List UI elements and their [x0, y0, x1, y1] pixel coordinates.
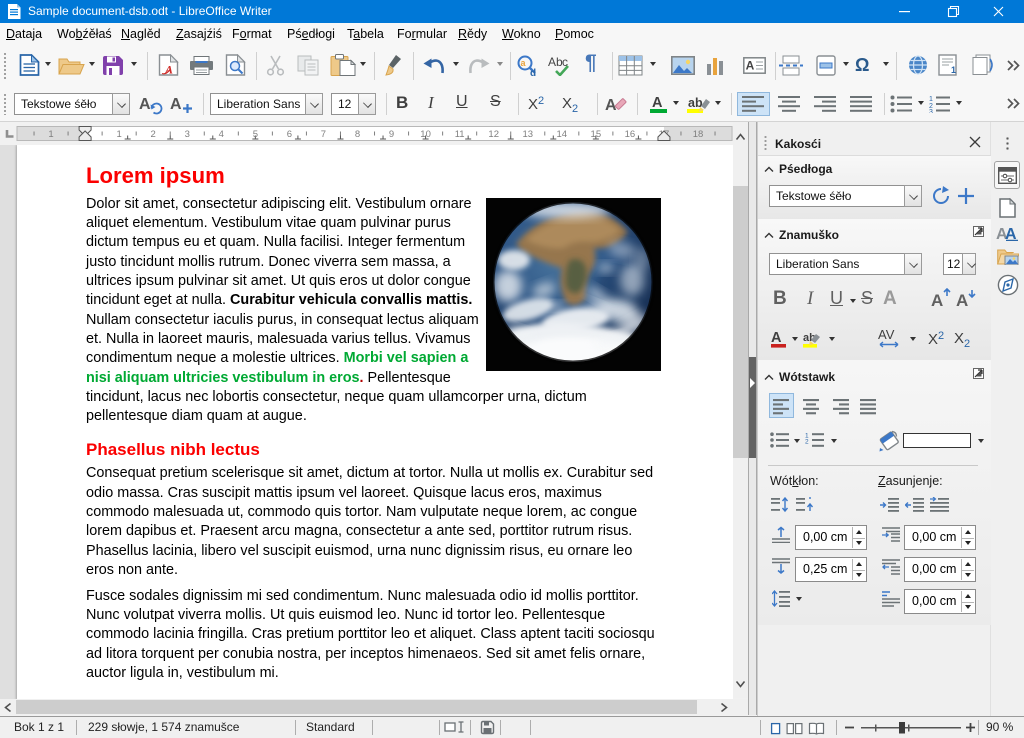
svg-text:A: A — [746, 59, 755, 73]
svg-text:15: 15 — [591, 129, 602, 140]
svg-text:AV: AV — [878, 328, 895, 342]
svg-text:a: a — [520, 58, 526, 68]
svg-text:A: A — [1005, 226, 1017, 241]
svg-text:8: 8 — [355, 129, 360, 140]
svg-text:12: 12 — [488, 129, 499, 140]
svg-text:16: 16 — [625, 129, 636, 140]
svg-text:A: A — [956, 291, 968, 310]
svg-text:13: 13 — [522, 129, 533, 140]
svg-text:2: 2 — [805, 439, 809, 446]
svg-text:1: 1 — [48, 129, 53, 140]
svg-text:d: d — [530, 68, 536, 77]
svg-text:3: 3 — [929, 109, 933, 113]
svg-text:A: A — [771, 330, 782, 346]
svg-text:5: 5 — [253, 129, 258, 140]
svg-text:1: 1 — [929, 96, 933, 103]
svg-text:2: 2 — [151, 129, 156, 140]
svg-text:4: 4 — [219, 129, 224, 140]
svg-text:10: 10 — [420, 129, 431, 140]
svg-text:7: 7 — [321, 129, 326, 140]
svg-text:A: A — [931, 291, 943, 310]
svg-text:6: 6 — [287, 129, 292, 140]
svg-text:9: 9 — [389, 129, 394, 140]
svg-text:3: 3 — [185, 129, 190, 140]
svg-text:A: A — [139, 96, 151, 113]
svg-text:14: 14 — [557, 129, 568, 140]
svg-text:18: 18 — [693, 129, 704, 140]
svg-text:Ab: Ab — [548, 55, 563, 69]
svg-text:1: 1 — [951, 65, 956, 75]
svg-text:A: A — [652, 95, 663, 111]
svg-text:A: A — [170, 96, 182, 113]
svg-text:11: 11 — [455, 129, 465, 140]
svg-text:1: 1 — [117, 129, 122, 140]
